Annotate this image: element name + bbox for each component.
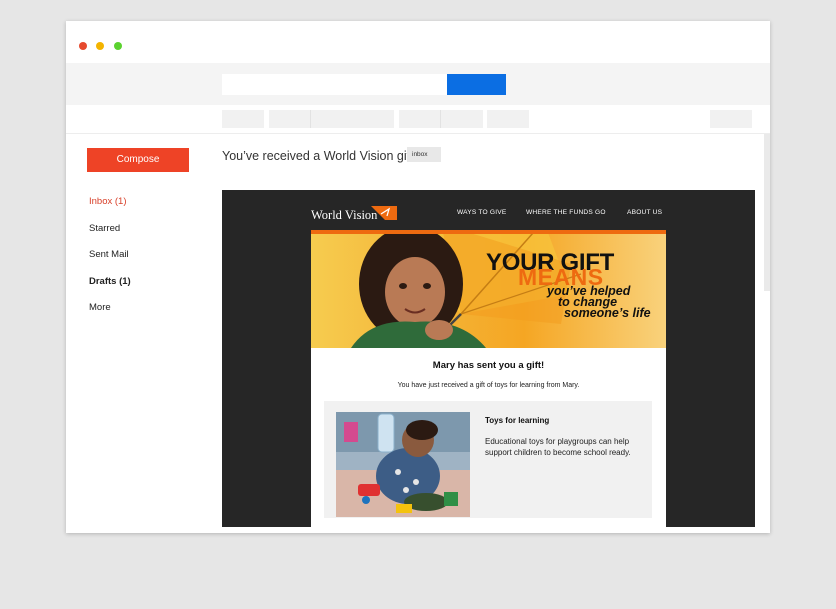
search-bar	[66, 63, 770, 105]
logo-flag-icon	[371, 206, 397, 220]
label-chip[interactable]: inbox	[407, 147, 441, 162]
more-actions-button[interactable]	[487, 110, 529, 128]
settings-button[interactable]	[710, 110, 752, 128]
gift-card: Toys for learning Educational toys for p…	[324, 401, 652, 518]
nav-where-the-funds-go[interactable]: WHERE THE FUNDS GO	[526, 209, 606, 216]
move-to-button[interactable]	[399, 110, 441, 128]
newsletter: World Vision WAYS TO GIVE WHERE THE FUND…	[311, 190, 666, 527]
sidebar-item-starred[interactable]: Starred	[89, 223, 120, 234]
mail-client-window: Compose Inbox (1) Starred Sent Mail Draf…	[66, 21, 770, 533]
search-input[interactable]	[222, 74, 448, 95]
labels-button[interactable]	[441, 110, 483, 128]
toolbar	[66, 105, 770, 134]
gift-card-title: Toys for learning	[485, 416, 550, 425]
email-subject: You’ve received a World Vision gift	[222, 149, 414, 163]
archive-button[interactable]	[269, 110, 311, 128]
select-all-button[interactable]	[222, 110, 264, 128]
newsletter-header: World Vision WAYS TO GIVE WHERE THE FUND…	[311, 190, 666, 230]
title-bar	[66, 21, 770, 63]
nav-ways-to-give[interactable]: WAYS TO GIVE	[457, 209, 506, 216]
hero-banner: YOUR GIFT MEANS you’ve helped to change …	[311, 234, 666, 348]
gift-card-description: Educational toys for playgroups can help…	[485, 437, 631, 457]
gift-subheading: You have just received a gift of toys fo…	[397, 382, 580, 389]
sidebar-item-more[interactable]: More	[89, 302, 111, 313]
nav-about-us[interactable]: ABOUT US	[627, 209, 662, 216]
minimize-window-button[interactable]	[96, 42, 104, 50]
compose-button[interactable]: Compose	[87, 148, 189, 172]
close-window-button[interactable]	[79, 42, 87, 50]
report-spam-button[interactable]	[311, 110, 394, 128]
gift-heading: Mary has sent you a gift!	[432, 360, 545, 371]
hero-line-5: someone’s life	[564, 306, 651, 320]
search-button[interactable]	[447, 74, 506, 95]
sidebar-item-sent-mail[interactable]: Sent Mail	[89, 249, 129, 260]
sidebar-item-inbox[interactable]: Inbox (1)	[89, 196, 127, 207]
gift-card-photo	[336, 412, 470, 517]
sidebar-item-drafts[interactable]: Drafts (1)	[89, 276, 131, 287]
email-body: World Vision WAYS TO GIVE WHERE THE FUND…	[222, 190, 755, 527]
sidebar: Compose Inbox (1) Starred Sent Mail Draf…	[66, 134, 216, 533]
maximize-window-button[interactable]	[114, 42, 122, 50]
scrollbar[interactable]	[764, 134, 770, 291]
